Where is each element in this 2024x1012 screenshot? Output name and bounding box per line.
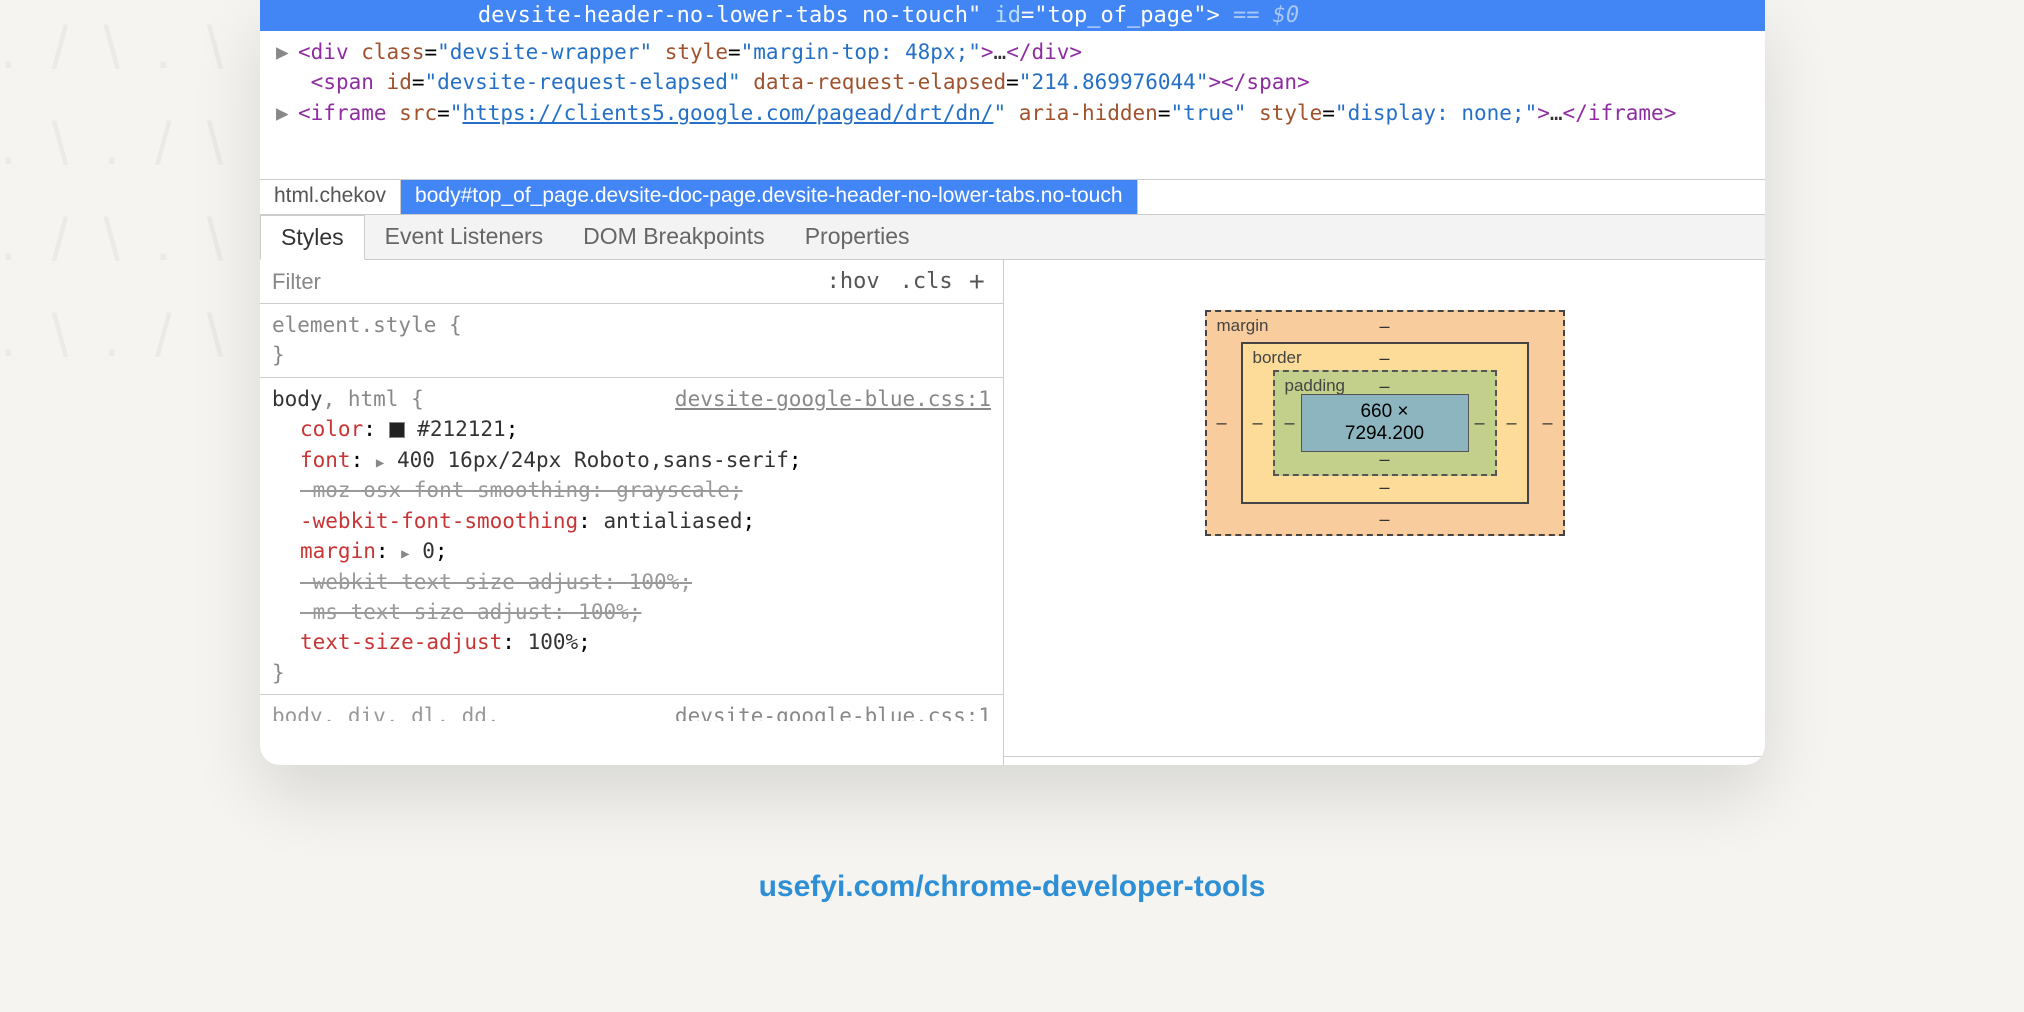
filter-input[interactable]: Filter [272, 269, 321, 295]
tab-dom-breakpoints[interactable]: DOM Breakpoints [563, 215, 785, 259]
box-model-margin-label: margin [1217, 316, 1269, 336]
box-model[interactable]: margin – – – – border – – – – padding – [1205, 310, 1565, 536]
tab-event-listeners[interactable]: Event Listeners [365, 215, 564, 259]
tab-properties[interactable]: Properties [785, 215, 930, 259]
css-rule-body-html[interactable]: devsite-google-blue.css:1 body, html { c… [260, 378, 1003, 695]
new-rule-button[interactable]: + [963, 266, 991, 298]
box-model-border-label: border [1253, 348, 1302, 368]
expand-triangle-icon[interactable]: ▶ [276, 98, 289, 128]
styles-pane: Filter :hov .cls + element.style { } dev… [260, 260, 1004, 765]
box-model-padding-label: padding [1285, 376, 1346, 396]
expand-triangle-icon[interactable]: ▶ [376, 455, 384, 471]
devtools-panel: devsite-header-no-lower-tabs no-touch" i… [260, 0, 1765, 765]
css-source-link[interactable]: devsite-google-blue.css:1 [675, 384, 991, 414]
cls-toggle[interactable]: .cls [900, 269, 953, 294]
expand-triangle-icon[interactable]: ▶ [276, 37, 289, 67]
color-swatch-icon[interactable] [389, 422, 405, 438]
caption-link[interactable]: usefyi.com/chrome-developer-tools [0, 870, 2024, 904]
breadcrumb-html[interactable]: html.chekov [260, 180, 401, 214]
inline-style-rule[interactable]: element.style { } [260, 304, 1003, 378]
computed-pane: margin – – – – border – – – – padding – [1004, 260, 1765, 765]
dom-tree[interactable]: ▶<div class="devsite-wrapper" style="mar… [260, 31, 1765, 179]
css-rule-truncated[interactable]: devsite-google-blue.css:1 body, div, dl,… [260, 695, 1003, 721]
box-model-content: 660 × 7294.200 [1301, 394, 1469, 452]
selected-dom-line[interactable]: devsite-header-no-lower-tabs no-touch" i… [260, 0, 1765, 31]
hov-toggle[interactable]: :hov [827, 269, 880, 294]
subtabs: Styles Event Listeners DOM Breakpoints P… [260, 215, 1765, 260]
breadcrumb-body[interactable]: body#top_of_page.devsite-doc-page.devsit… [401, 180, 1137, 214]
tab-styles[interactable]: Styles [260, 215, 365, 260]
expand-triangle-icon[interactable]: ▶ [401, 546, 409, 562]
breadcrumb: html.chekov body#top_of_page.devsite-doc… [260, 179, 1765, 215]
